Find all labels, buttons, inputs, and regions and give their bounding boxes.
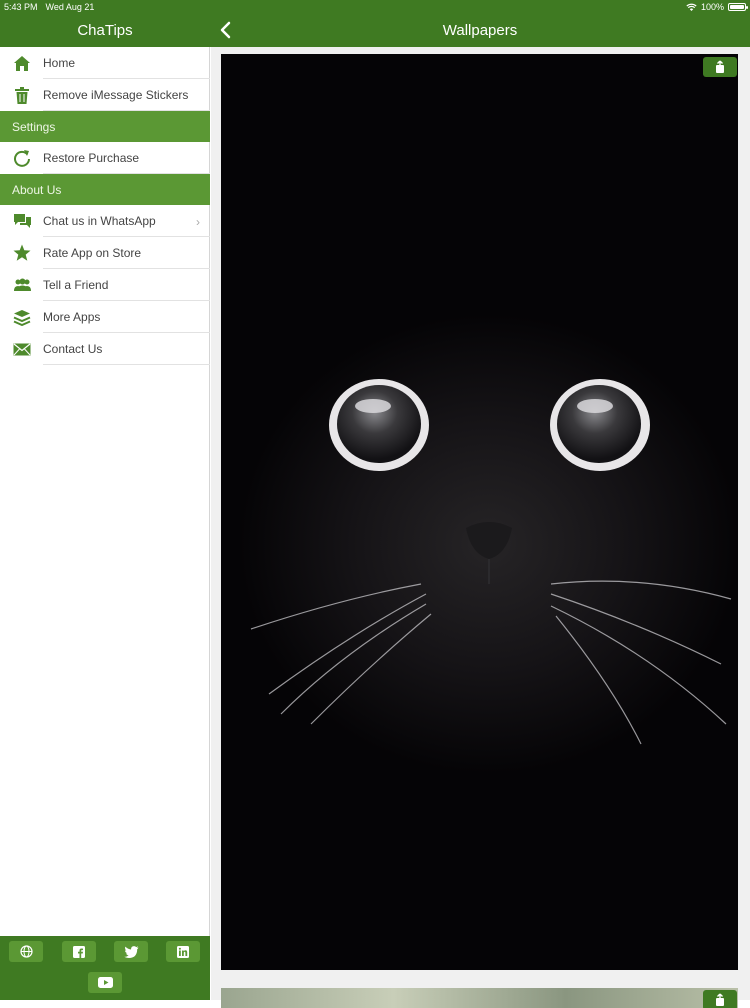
status-bar: 5:43 PM Wed Aug 21 100% [0, 0, 750, 14]
share-icon [716, 993, 724, 1006]
twitter-icon [123, 945, 138, 958]
sidebar-item-more-apps[interactable]: More Apps [0, 301, 210, 333]
sidebar-item-label: Home [43, 56, 76, 70]
sidebar-item-contact-us[interactable]: Contact Us [0, 333, 210, 365]
sidebar-item-home[interactable]: Home [0, 47, 210, 79]
sidebar: ChaTips Home Remove iMessage Stickers Se… [0, 0, 210, 1000]
battery-percent: 100% [700, 2, 724, 12]
twitter-button[interactable] [114, 941, 148, 962]
social-bar [0, 936, 210, 1000]
section-settings: Settings [0, 111, 210, 142]
section-about-us: About Us [0, 174, 210, 205]
sidebar-item-restore-purchase[interactable]: Restore Purchase [0, 142, 210, 174]
sidebar-header: ChaTips [0, 14, 210, 47]
sidebar-item-label: Restore Purchase [43, 151, 140, 165]
chat-icon [12, 211, 32, 231]
layers-icon [12, 307, 32, 327]
share-button[interactable] [703, 57, 737, 77]
main-header: Wallpapers [210, 14, 750, 47]
section-label: About Us [12, 182, 62, 197]
wallpaper-list [211, 47, 750, 1008]
status-date: Wed Aug 21 [45, 2, 95, 12]
back-chevron-icon[interactable] [218, 20, 234, 40]
chevron-right-icon: › [196, 215, 200, 229]
sidebar-item-remove-stickers[interactable]: Remove iMessage Stickers [0, 79, 210, 111]
globe-icon [19, 945, 33, 958]
sidebar-item-whatsapp[interactable]: Chat us in WhatsApp › [0, 205, 210, 237]
home-icon [12, 53, 32, 73]
sidebar-item-label: Remove iMessage Stickers [43, 88, 189, 102]
sidebar-item-label: More Apps [43, 310, 101, 324]
facebook-icon [73, 945, 85, 958]
sidebar-item-label: Tell a Friend [43, 278, 109, 292]
wifi-icon [686, 3, 697, 11]
globe-button[interactable] [9, 941, 43, 962]
black-cat-wallpaper[interactable] [221, 54, 738, 970]
status-time: 5:43 PM [4, 2, 38, 12]
sidebar-menu: Home Remove iMessage Stickers Settings R… [0, 47, 210, 365]
section-label: Settings [12, 119, 56, 134]
friends-icon [12, 275, 32, 295]
sidebar-item-label: Rate App on Store [43, 246, 142, 260]
restore-icon [12, 148, 32, 168]
linkedin-button[interactable] [166, 941, 200, 962]
sidebar-item-label: Contact Us [43, 342, 103, 356]
app-title: ChaTips [77, 22, 133, 39]
youtube-icon [97, 977, 113, 988]
facebook-button[interactable] [62, 941, 96, 962]
sidebar-item-rate-app[interactable]: Rate App on Store [0, 237, 210, 269]
star-icon [12, 243, 32, 263]
linkedin-icon [177, 945, 189, 958]
battery-icon [728, 3, 748, 11]
sidebar-item-label: Chat us in WhatsApp [43, 214, 156, 228]
second-wallpaper[interactable] [221, 988, 738, 1008]
sidebar-item-tell-friend[interactable]: Tell a Friend [0, 269, 210, 301]
share-button-2[interactable] [703, 990, 737, 1008]
trash-icon [12, 85, 32, 105]
share-icon [716, 60, 724, 73]
youtube-button[interactable] [88, 972, 122, 993]
mail-icon [12, 339, 32, 359]
page-title: Wallpapers [442, 22, 518, 39]
cat-face-image [221, 54, 738, 970]
